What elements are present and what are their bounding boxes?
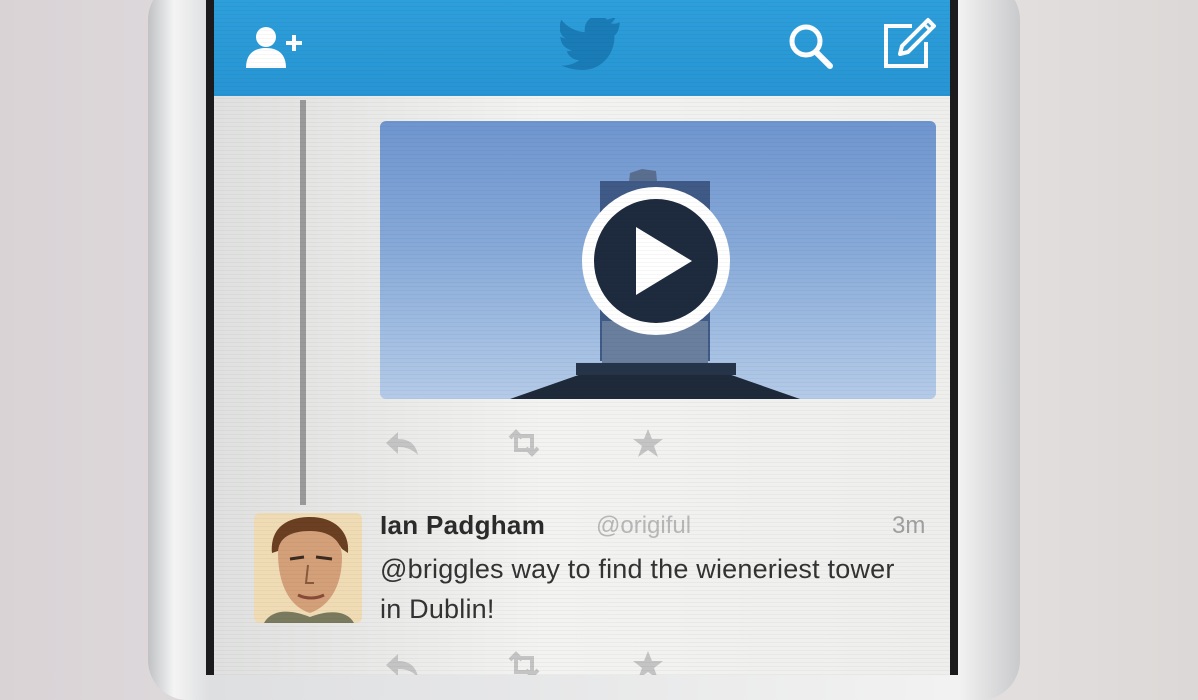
add-user-icon[interactable] (244, 24, 308, 72)
tweet-author-name[interactable]: Ian Padgham (380, 510, 545, 541)
favorite-icon[interactable] (630, 650, 666, 675)
retweet-icon[interactable] (506, 428, 542, 458)
video-thumbnail[interactable] (380, 121, 936, 399)
search-icon[interactable] (786, 22, 836, 70)
twitter-bird-icon (559, 16, 624, 74)
video-tweet-actions (380, 428, 680, 458)
nav-bar (214, 0, 950, 96)
compose-icon[interactable] (878, 16, 940, 72)
tweet-timestamp: 3m (892, 512, 926, 539)
tweet-actions (380, 650, 680, 675)
tweet-text: @briggles way to find the wieneriest tow… (380, 554, 895, 624)
twitter-app: Ian Padgham @origiful 3m @briggles way t… (214, 0, 950, 675)
avatar[interactable] (254, 513, 362, 623)
conversation-line (300, 100, 306, 505)
reply-icon[interactable] (384, 650, 420, 675)
tweet-author-handle[interactable]: @origiful (596, 512, 691, 540)
play-button[interactable] (576, 181, 736, 341)
phone-screen: Ian Padgham @origiful 3m @briggles way t… (206, 0, 958, 675)
reply-icon[interactable] (384, 428, 420, 458)
retweet-icon[interactable] (506, 650, 542, 675)
favorite-icon[interactable] (630, 428, 666, 458)
